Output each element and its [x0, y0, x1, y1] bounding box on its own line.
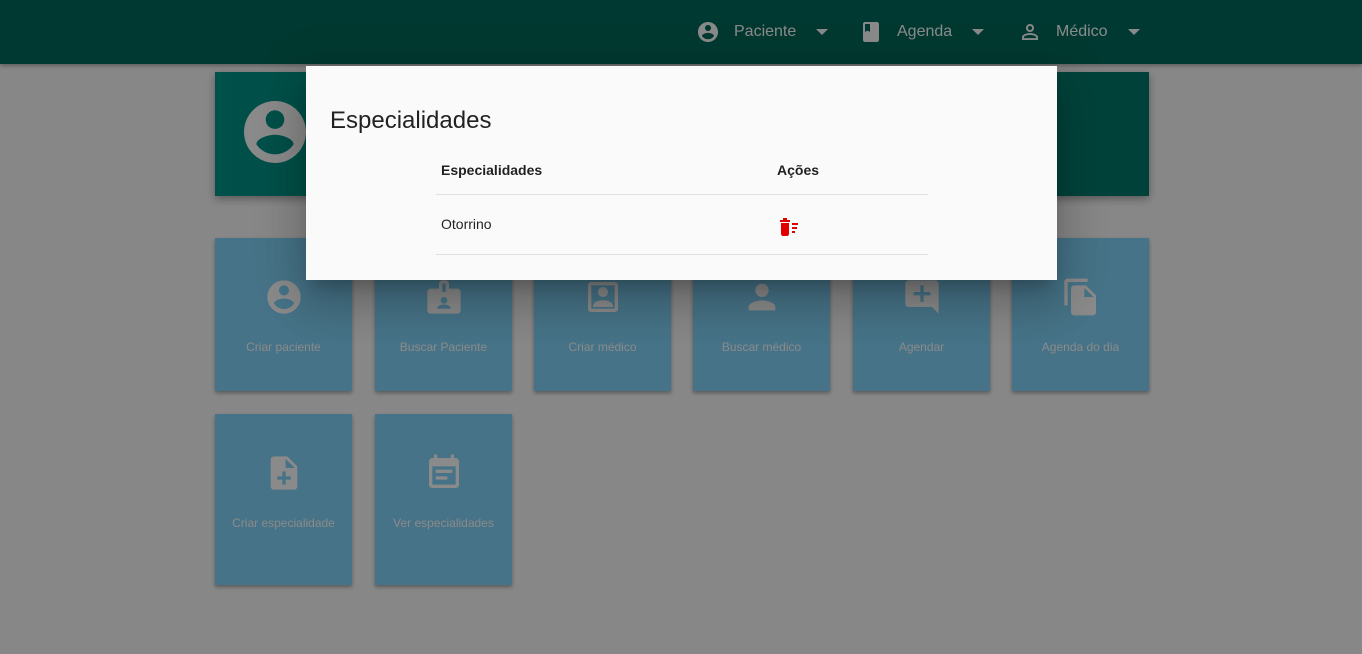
table-header-row: Especialidades Ações — [436, 150, 928, 195]
delete-sweep-icon[interactable] — [778, 216, 802, 238]
table-row: Otorrino — [436, 195, 928, 255]
dialog-title: Especialidades — [330, 107, 492, 134]
especialidade-name: Otorrino — [441, 216, 492, 232]
column-header-especialidades: Especialidades — [441, 162, 543, 178]
especialidades-dialog: Especialidades Especialidades Ações Otor… — [306, 66, 1057, 280]
especialidades-table: Especialidades Ações Otorrino — [436, 150, 928, 255]
column-header-acoes: Ações — [777, 162, 820, 178]
